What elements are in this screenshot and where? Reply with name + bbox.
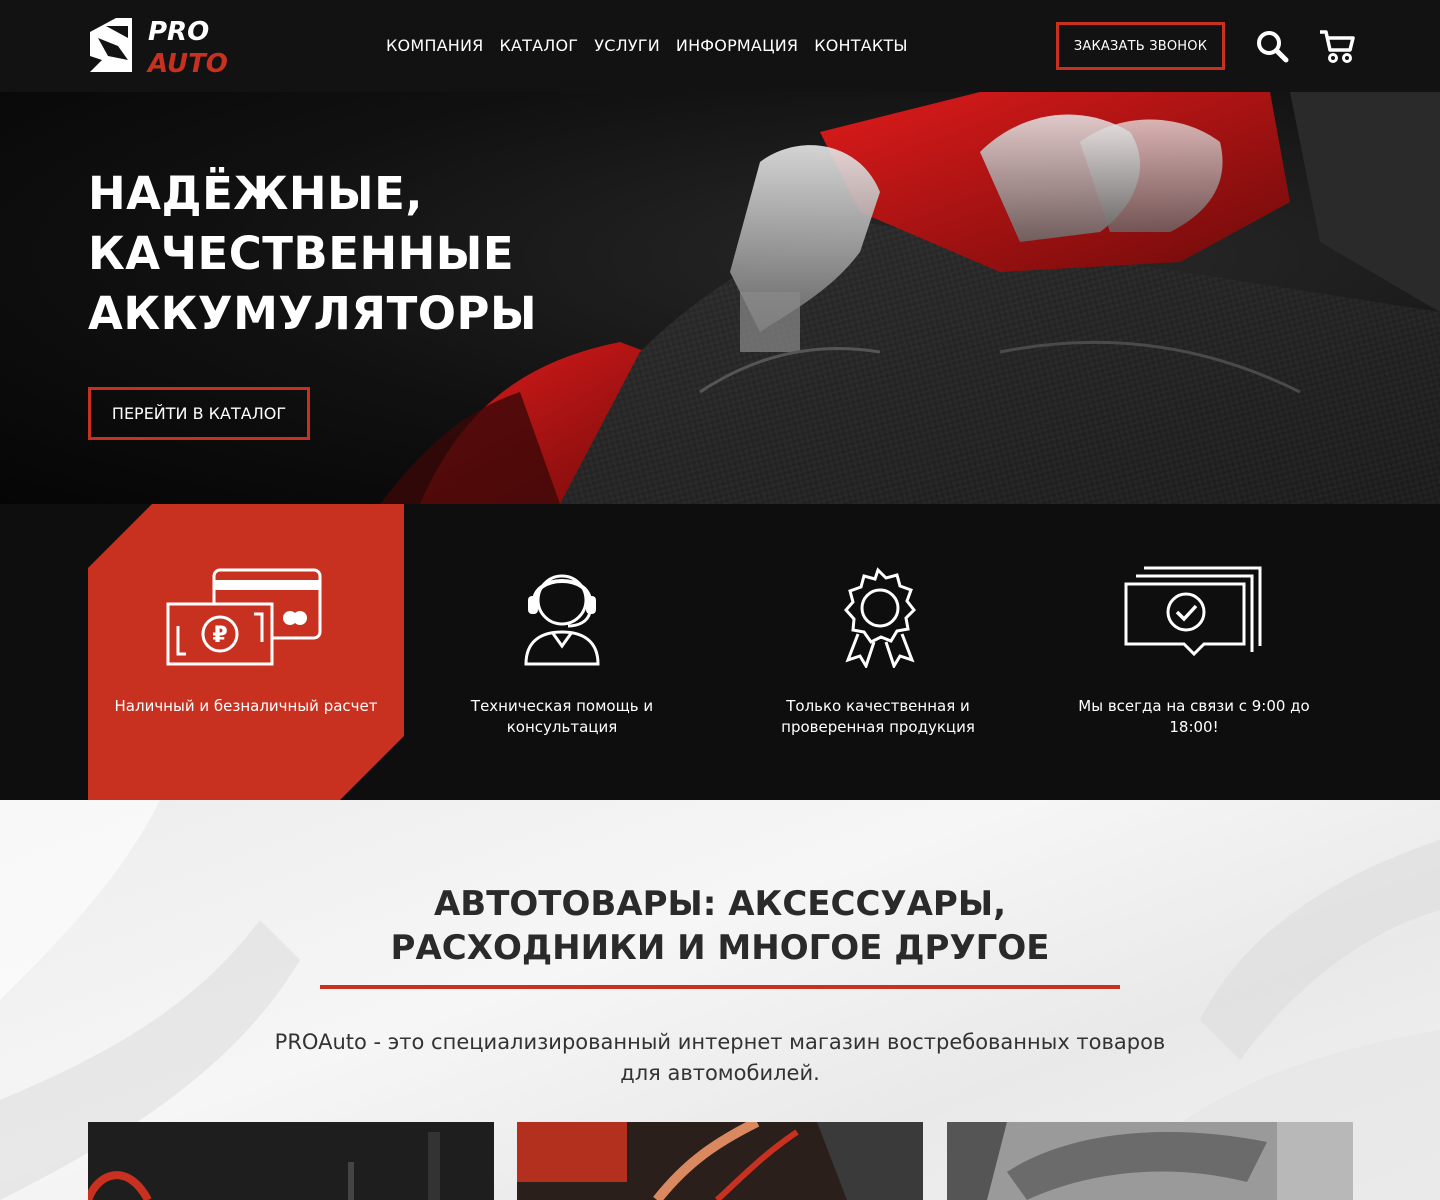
section-description: PROAuto - это специализированный интерне… — [274, 1030, 1166, 1085]
nav-contacts[interactable]: КОНТАКТЫ — [814, 36, 908, 55]
feature-text: Только качественная и проверенная продук… — [781, 697, 975, 736]
catalog-button[interactable]: ПЕРЕЙТИ В КАТАЛОГ — [88, 387, 310, 440]
product-card[interactable] — [88, 1122, 494, 1200]
support-icon — [524, 574, 600, 666]
feature-support: Техническая помощь и консультация — [404, 504, 720, 800]
chat-check-icon — [1124, 566, 1262, 657]
feature-contact: Мы всегда на связи с 9:00 до 18:00! — [1036, 504, 1352, 800]
feature-payment: ₽ Наличный и безналичный расчет — [88, 504, 404, 800]
nav-information[interactable]: ИНФОРМАЦИЯ — [676, 36, 798, 55]
search-icon[interactable] — [1255, 29, 1289, 63]
product-image — [517, 1122, 923, 1200]
product-image — [947, 1122, 1353, 1200]
section-title: АВТОТОВАРЫ: АКСЕССУАРЫ, РАСХОДНИКИ И МНО… — [390, 884, 1050, 968]
product-card[interactable] — [517, 1122, 923, 1200]
hero-title: НАДЁЖНЫЕ, КАЧЕСТВЕННЫЕ АККУМУЛЯТОРЫ — [88, 167, 538, 340]
nav-company[interactable]: КОМПАНИЯ — [386, 36, 483, 55]
main-nav: КОМПАНИЯ КАТАЛОГ УСЛУГИ ИНФОРМАЦИЯ КОНТА… — [386, 36, 908, 55]
svg-text:₽: ₽ — [212, 623, 227, 648]
nav-catalog[interactable]: КАТАЛОГ — [499, 36, 578, 55]
product-card[interactable] — [947, 1122, 1353, 1200]
site-header: PRO AUTO КОМПАНИЯ КАТАЛОГ УСЛУГИ ИНФОРМА… — [0, 0, 1440, 92]
logo[interactable]: PRO AUTO — [88, 16, 238, 74]
feature-text: Мы всегда на связи с 9:00 до 18:00! — [1078, 697, 1310, 736]
logo-pro: PRO — [148, 17, 209, 47]
feature-text: Техническая помощь и консультация — [470, 697, 654, 736]
catalog-intro-section: АВТОТОВАРЫ: АКСЕССУАРЫ, РАСХОДНИКИ И МНО… — [0, 800, 1440, 1200]
callback-button[interactable]: ЗАКАЗАТЬ ЗВОНОК — [1056, 22, 1225, 70]
logo-auto: AUTO — [146, 49, 228, 74]
product-image — [88, 1122, 494, 1200]
features-strip: ₽ Наличный и безналичный расчет Техничес… — [0, 504, 1440, 800]
hero-banner: НАДЁЖНЫЕ, КАЧЕСТВЕННЫЕ АККУМУЛЯТОРЫ ПЕРЕ… — [0, 92, 1440, 504]
quality-badge-icon — [844, 567, 916, 668]
nav-services[interactable]: УСЛУГИ — [594, 36, 660, 55]
feature-quality: Только качественная и проверенная продук… — [720, 504, 1036, 800]
payment-icon: ₽ — [166, 568, 322, 666]
feature-text: Наличный и безналичный расчет — [114, 697, 378, 715]
cart-icon[interactable] — [1318, 28, 1356, 64]
title-underline — [320, 985, 1120, 989]
